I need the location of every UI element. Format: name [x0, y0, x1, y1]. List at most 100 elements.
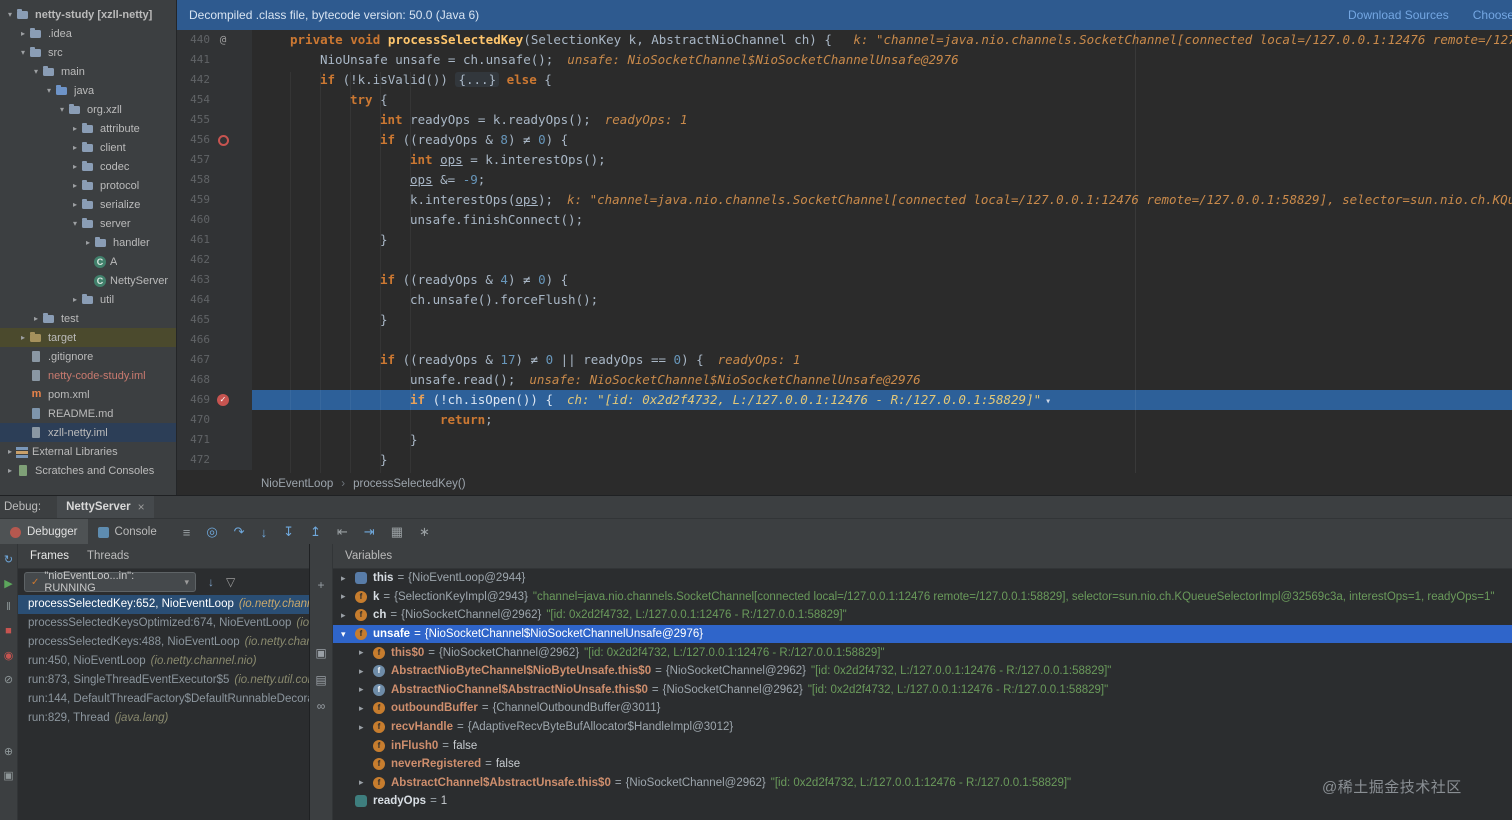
expand-arrow-icon[interactable]: ▸: [69, 295, 81, 304]
editor-gutter[interactable]: 454: [177, 90, 252, 110]
code-line-457[interactable]: 457 int ops = k.interestOps();: [177, 150, 1512, 170]
choose-sources-link[interactable]: Choose Sources...: [1473, 0, 1512, 30]
breakpoint-verified-icon[interactable]: ✓: [217, 394, 229, 406]
expand-arrow-icon[interactable]: ▸: [30, 314, 42, 323]
variable-row-recvhandle[interactable]: ▸ f recvHandle = {AdaptiveRecvByteBufAllocat…: [333, 718, 1512, 737]
step-out-icon[interactable]: ↥: [310, 524, 321, 540]
gutter-icon-area[interactable]: [210, 90, 236, 110]
tree-item-scratches-and-consoles[interactable]: ▸ Scratches and Consoles: [0, 461, 176, 480]
code-editor[interactable]: 440 @ private void processSelectedKey(Sele…: [177, 30, 1512, 473]
tree-item-external-libraries[interactable]: ▸ External Libraries: [0, 442, 176, 461]
gutter-icon-area[interactable]: [210, 370, 236, 390]
gutter-icon-area[interactable]: [210, 210, 236, 230]
stop-icon[interactable]: ■: [1, 625, 16, 637]
line-number[interactable]: 465: [177, 310, 210, 330]
editor-gutter[interactable]: 441: [177, 50, 252, 70]
rerun-icon[interactable]: ↻: [1, 553, 16, 566]
mute-breakpoints-icon[interactable]: ⊘: [1, 673, 16, 686]
hint-expand-icon[interactable]: ▾: [1045, 396, 1051, 407]
editor-gutter[interactable]: 470: [177, 410, 252, 430]
stack-frame[interactable]: processSelectedKey:652, NioEventLoop (io.…: [18, 595, 309, 614]
code-line-455[interactable]: 455 int readyOps = k.readyOps(); readyOps:…: [177, 110, 1512, 130]
gutter-icon-area[interactable]: ✓: [210, 390, 236, 410]
expand-arrow-icon[interactable]: ▸: [359, 647, 373, 658]
resume-icon[interactable]: ▶: [1, 577, 16, 590]
gutter-icon-area[interactable]: [210, 270, 236, 290]
line-number[interactable]: 441: [177, 50, 210, 70]
tree-item-gitignore[interactable]: .gitignore: [0, 347, 176, 366]
variable-row-inflush0[interactable]: f inFlush0 = false: [333, 736, 1512, 755]
tree-item-pom-xml[interactable]: m pom.xml: [0, 385, 176, 404]
tab-threads[interactable]: Threads: [87, 550, 129, 562]
line-number[interactable]: 460: [177, 210, 210, 230]
line-number[interactable]: 466: [177, 330, 210, 350]
tree-item-target[interactable]: ▸ target: [0, 328, 176, 347]
editor-gutter[interactable]: 465: [177, 310, 252, 330]
line-number[interactable]: 467: [177, 350, 210, 370]
tree-item-server[interactable]: ▾ server: [0, 214, 176, 233]
breadcrumb-class[interactable]: NioEventLoop: [261, 478, 333, 490]
line-number[interactable]: 471: [177, 430, 210, 450]
expand-arrow-icon[interactable]: ▸: [341, 573, 355, 584]
tree-item-readme-md[interactable]: README.md: [0, 404, 176, 423]
variable-row-unsafe[interactable]: ▾ f unsafe = {NioSocketChannel$NioSocketChan…: [333, 624, 1512, 644]
line-number[interactable]: 442: [177, 70, 210, 90]
code-line-463[interactable]: 463 if ((readyOps & 4) ≠ 0) {: [177, 270, 1512, 290]
editor-gutter[interactable]: 455: [177, 110, 252, 130]
pin-icon[interactable]: ▣: [1, 769, 16, 782]
gutter-icon-area[interactable]: [210, 190, 236, 210]
code-line-470[interactable]: 470 return;: [177, 410, 1512, 430]
expand-arrow-icon[interactable]: ▸: [359, 722, 373, 733]
editor-gutter[interactable]: 467: [177, 350, 252, 370]
tree-item-handler[interactable]: ▸ handler: [0, 233, 176, 252]
expand-arrow-icon[interactable]: ▸: [359, 777, 373, 788]
tree-item-a[interactable]: CA: [0, 252, 176, 271]
tree-item-protocol[interactable]: ▸ protocol: [0, 176, 176, 195]
code-line-466[interactable]: 466: [177, 330, 1512, 350]
tab-console[interactable]: Console: [88, 519, 167, 545]
view-as-table-icon[interactable]: ▦: [391, 524, 403, 540]
stack-frame[interactable]: processSelectedKeys:488, NioEventLoop (io…: [18, 633, 309, 652]
editor-gutter[interactable]: 460: [177, 210, 252, 230]
stack-frame[interactable]: run:450, NioEventLoop (io.netty.channel.n…: [18, 652, 309, 671]
editor-gutter[interactable]: 468: [177, 370, 252, 390]
editor-gutter[interactable]: 442: [177, 70, 252, 90]
async-traces-icon[interactable]: ∗: [419, 524, 430, 540]
tree-item-netty-study-xzll-netty[interactable]: ▾ netty-study [xzll-netty]: [0, 5, 176, 24]
expand-arrow-icon[interactable]: ▾: [341, 629, 355, 640]
annotation-gutter-icon[interactable]: @: [210, 30, 236, 50]
tree-item-main[interactable]: ▾ main: [0, 62, 176, 81]
expand-arrow-icon[interactable]: ▸: [17, 29, 29, 38]
editor-gutter[interactable]: 471: [177, 430, 252, 450]
variable-row-ch[interactable]: ▸ f ch = {NioSocketChannel@2962} "[id: 0x2d2f…: [333, 606, 1512, 625]
tree-item-nettyserver[interactable]: C NettyServer: [0, 271, 176, 290]
line-number[interactable]: 440: [177, 30, 210, 50]
breadcrumb-method[interactable]: processSelectedKey(): [353, 478, 466, 490]
expand-arrow-icon[interactable]: ▸: [359, 703, 373, 714]
line-number[interactable]: 455: [177, 110, 210, 130]
run-to-cursor-icon[interactable]: ⇥: [364, 524, 375, 540]
line-number[interactable]: 468: [177, 370, 210, 390]
thread-selector[interactable]: ✓ "nioEventLoo...in": RUNNING ▾: [24, 570, 196, 594]
gutter-icon-area[interactable]: [210, 150, 236, 170]
collapse-arrow-icon[interactable]: ▾: [43, 86, 55, 95]
stack-frame[interactable]: run:829, Thread (java.lang): [18, 709, 309, 728]
tree-item-xzll-netty-iml[interactable]: xzll-netty.iml: [0, 423, 176, 442]
stack-frame[interactable]: run:873, SingleThreadEventExecutor$5 (io.…: [18, 671, 309, 690]
expand-arrow-icon[interactable]: ▸: [4, 447, 16, 456]
tree-item-src[interactable]: ▾ src: [0, 43, 176, 62]
collapse-arrow-icon[interactable]: ▾: [30, 67, 42, 76]
force-step-into-icon[interactable]: ↧: [283, 524, 294, 540]
gutter-icon-area[interactable]: [210, 330, 236, 350]
download-sources-link[interactable]: Download Sources: [1348, 0, 1449, 30]
step-over-icon[interactable]: ↷: [234, 524, 245, 540]
variable-row-abstractniochannel-abstractniounsafe-this-0[interactable]: ▸ f AbstractNioChannel$AbstractNioUnsafe.t…: [333, 681, 1512, 700]
editor-gutter[interactable]: 464: [177, 290, 252, 310]
code-line-454[interactable]: 454 try {: [177, 90, 1512, 110]
line-number[interactable]: 456: [177, 130, 210, 150]
drop-frame-icon[interactable]: ⇤: [337, 524, 348, 540]
expand-arrow-icon[interactable]: ▸: [4, 466, 16, 475]
gutter-icon-area[interactable]: [210, 70, 236, 90]
expand-arrow-icon[interactable]: ▸: [359, 684, 373, 695]
code-line-467[interactable]: 467 if ((readyOps & 17) ≠ 0 || readyOps =…: [177, 350, 1512, 370]
